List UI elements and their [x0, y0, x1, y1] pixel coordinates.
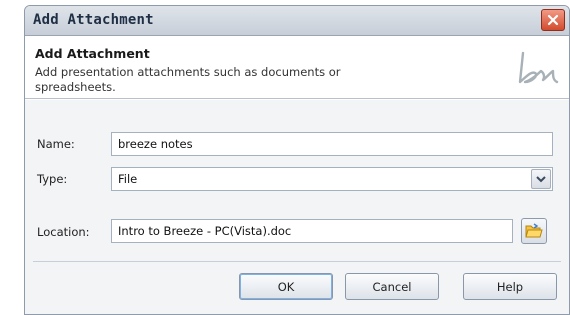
cancel-label: Cancel: [372, 279, 412, 294]
location-label: Location:: [37, 225, 90, 239]
ok-label: OK: [277, 279, 295, 294]
add-attachment-dialog: Add Attachment Add Attachment Add presen…: [24, 5, 570, 315]
ok-button[interactable]: OK: [239, 273, 333, 300]
dialog-body: Name: breeze notes Type: File Location: …: [25, 100, 569, 314]
header-title: Add Attachment: [35, 46, 150, 61]
open-folder-icon: [525, 223, 543, 238]
close-button[interactable]: [541, 9, 565, 31]
cancel-button[interactable]: Cancel: [345, 273, 439, 300]
breeze-logo-icon: [518, 51, 559, 84]
help-button[interactable]: Help: [463, 273, 557, 300]
separator: [33, 261, 561, 262]
location-value: Intro to Breeze - PC(Vista).doc: [118, 224, 292, 238]
type-value: File: [118, 172, 138, 186]
close-icon: [547, 14, 559, 26]
name-label: Name:: [37, 137, 75, 151]
dialog-header: Add Attachment Add presentation attachme…: [25, 37, 569, 99]
name-field[interactable]: breeze notes: [111, 132, 553, 156]
dropdown-button[interactable]: [531, 169, 551, 189]
window-title: Add Attachment: [33, 12, 154, 28]
chevron-down-icon: [536, 176, 546, 183]
type-select[interactable]: File: [111, 167, 553, 191]
name-value: breeze notes: [118, 137, 193, 151]
type-label: Type:: [37, 172, 68, 186]
header-description: Add presentation attachments such as doc…: [35, 65, 341, 94]
help-label: Help: [496, 279, 524, 294]
location-field[interactable]: Intro to Breeze - PC(Vista).doc: [111, 219, 513, 243]
title-bar[interactable]: Add Attachment: [25, 6, 569, 36]
browse-button[interactable]: [521, 218, 547, 244]
